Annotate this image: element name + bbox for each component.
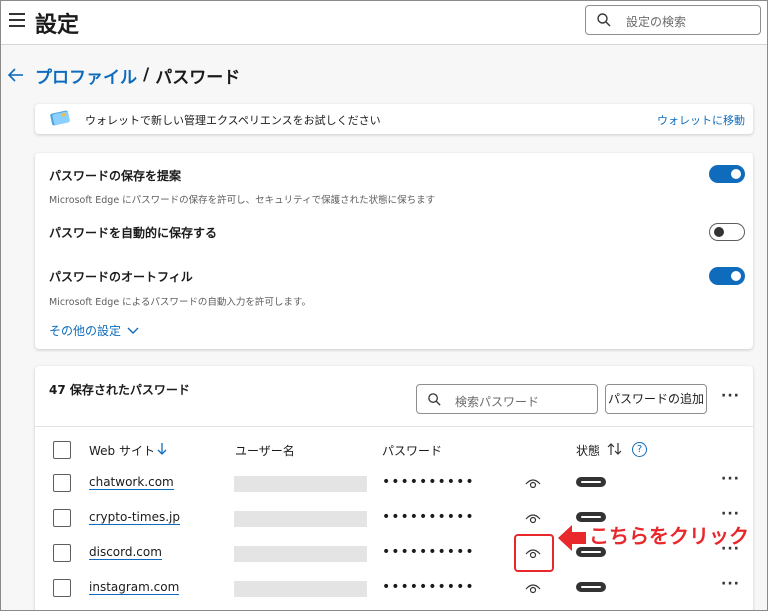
- password-masked: ••••••••••: [382, 474, 475, 490]
- site-link[interactable]: discord.com: [89, 545, 162, 560]
- password-column-header: パスワード: [382, 444, 443, 458]
- autofill-desc: Microsoft Edge によるパスワードの自動入力を許可します。: [49, 297, 311, 308]
- breadcrumb-separator: /: [143, 65, 150, 85]
- sort-updown-icon[interactable]: [607, 442, 623, 456]
- password-search-input[interactable]: 検索パスワード: [416, 384, 598, 414]
- breadcrumb: プロファイル / パスワード: [7, 63, 241, 88]
- eye-icon[interactable]: [525, 477, 541, 489]
- settings-window: 設定 設定の検索 プロファイル / パスワード ウォレットで新しい管理エクスペリ…: [0, 0, 768, 611]
- offer-save-toggle[interactable]: [709, 165, 745, 183]
- username-redacted: [234, 581, 367, 597]
- site-link[interactable]: instagram.com: [89, 580, 180, 595]
- more-icon[interactable]: ···: [721, 576, 740, 592]
- settings-search-placeholder: 設定の検索: [626, 15, 687, 29]
- autofill-toggle[interactable]: [709, 267, 745, 285]
- password-row: instagram.com •••••••••• ···: [35, 571, 753, 606]
- top-bar: 設定 設定の検索: [1, 1, 767, 45]
- eye-icon[interactable]: [525, 582, 541, 594]
- breadcrumb-profile-link[interactable]: プロファイル: [35, 63, 137, 88]
- search-icon: [597, 13, 611, 27]
- password-row: chatwork.com •••••••••• ···: [35, 466, 753, 501]
- status-icon: [576, 477, 606, 487]
- row-checkbox[interactable]: [53, 509, 71, 527]
- chevron-down-icon: [127, 327, 139, 334]
- auto-save-toggle[interactable]: [709, 223, 745, 241]
- password-masked: ••••••••••: [382, 579, 475, 595]
- more-settings-label: その他の設定: [49, 324, 122, 338]
- breadcrumb-current: パスワード: [155, 67, 241, 88]
- password-search-placeholder: 検索パスワード: [455, 395, 540, 409]
- search-icon: [428, 393, 441, 406]
- add-password-button[interactable]: パスワードの追加: [605, 384, 707, 414]
- wallet-link[interactable]: ウォレットに移動: [657, 112, 745, 128]
- eye-icon[interactable]: [525, 512, 541, 524]
- eye-highlight-box: [514, 534, 554, 572]
- row-checkbox[interactable]: [53, 544, 71, 562]
- password-masked: ••••••••••: [382, 544, 475, 560]
- offer-save-title: パスワードの保存を提案: [49, 169, 182, 183]
- page-title: 設定: [35, 13, 80, 38]
- status-column-header[interactable]: 状態: [576, 442, 600, 459]
- sort-down-icon[interactable]: [157, 442, 167, 456]
- more-settings-link[interactable]: その他の設定: [49, 322, 139, 339]
- password-settings-card: パスワードの保存を提案 Microsoft Edge にパスワードの保存を許可し…: [35, 153, 753, 349]
- wallet-banner-text: ウォレットで新しい管理エクスペリエンスをお試しください: [85, 114, 381, 127]
- status-icon: [576, 582, 606, 592]
- saved-password-count: 47 保存されたパスワード: [49, 383, 190, 397]
- autofill-title: パスワードのオートフィル: [49, 270, 193, 284]
- username-redacted: [234, 546, 367, 562]
- settings-search-input[interactable]: 設定の検索: [585, 5, 761, 35]
- help-icon[interactable]: ?: [632, 442, 647, 457]
- website-column-header[interactable]: Web サイト: [89, 442, 155, 459]
- more-icon[interactable]: ···: [721, 471, 740, 487]
- row-checkbox[interactable]: [53, 474, 71, 492]
- username-redacted: [234, 511, 367, 527]
- more-icon[interactable]: ···: [721, 388, 740, 404]
- offer-save-desc: Microsoft Edge にパスワードの保存を許可し、セキュリティで保護され…: [49, 195, 436, 206]
- back-arrow-icon[interactable]: [7, 66, 25, 84]
- username-redacted: [234, 476, 367, 492]
- wallet-card-icon: [50, 110, 70, 126]
- row-checkbox[interactable]: [53, 579, 71, 597]
- username-column-header: ユーザー名: [235, 444, 295, 458]
- wallet-banner: ウォレットで新しい管理エクスペリエンスをお試しください ウォレットに移動: [35, 104, 753, 134]
- site-link[interactable]: chatwork.com: [89, 475, 174, 490]
- auto-save-title: パスワードを自動的に保存する: [49, 226, 218, 240]
- site-link[interactable]: crypto-times.jp: [89, 510, 180, 525]
- saved-passwords-card: 47 保存されたパスワード 検索パスワード パスワードの追加 ··· Web サ…: [35, 366, 753, 610]
- hamburger-icon[interactable]: [9, 13, 25, 27]
- select-all-checkbox[interactable]: [53, 441, 71, 459]
- annotation-arrow-icon: [558, 525, 586, 551]
- divider: [35, 426, 753, 427]
- annotation-label: こちらをクリック: [589, 524, 749, 548]
- password-masked: ••••••••••: [382, 509, 475, 525]
